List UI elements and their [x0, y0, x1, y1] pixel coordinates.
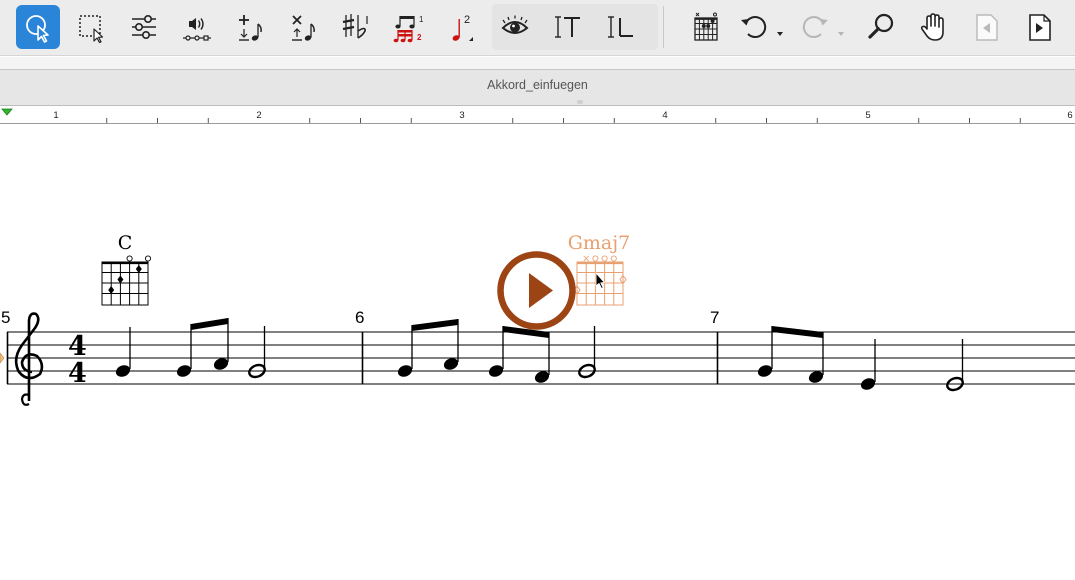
delete-note-tool-button[interactable]: [281, 5, 325, 49]
delete-note-icon: [292, 15, 315, 41]
chord-diagram-tool-button[interactable]: [684, 5, 728, 49]
next-page-tool-button[interactable]: [1017, 5, 1061, 49]
zoom-tool-button[interactable]: [858, 5, 902, 49]
ruler-labels: 1 2 3 4 5 6: [53, 110, 1072, 121]
note[interactable]: [487, 326, 505, 379]
ruler-svg: 1 2 3 4 5 6: [1, 108, 1073, 123]
cursor-select-icon: [26, 15, 49, 43]
chord-name: Gmaj7: [568, 232, 631, 254]
magnifier-icon: [868, 13, 894, 39]
redo-tool-button[interactable]: [795, 5, 847, 49]
lyrics-cursor-icon: [608, 16, 633, 38]
ruler-label: 1: [53, 110, 58, 121]
ruler-label: 5: [865, 110, 870, 121]
beam: [412, 319, 458, 331]
add-note-tool-button[interactable]: [228, 5, 272, 49]
mixer-tool-button[interactable]: [122, 5, 166, 49]
chord-diagram-c[interactable]: C: [101, 232, 152, 306]
voice-2-icon: 2: [452, 14, 473, 41]
measure-ruler[interactable]: 1 2 3 4 5 6: [0, 107, 1075, 124]
marquee-tool-button[interactable]: [69, 5, 113, 49]
time-signature-denominator: 4: [68, 358, 87, 389]
svg-text:1: 1: [419, 15, 424, 24]
playback-tool-button[interactable]: [175, 5, 219, 49]
undo-tool-button[interactable]: [734, 5, 786, 49]
accidentals-tool-button[interactable]: [334, 5, 378, 49]
playhead-marker-icon[interactable]: [1, 108, 13, 116]
document-title-bar: Akkord_einfuegen: [0, 70, 1075, 106]
speaker-icon: [183, 18, 211, 41]
hand-icon: [920, 13, 944, 41]
measure-number: 5: [1, 308, 10, 327]
redo-icon: [802, 16, 844, 39]
beam: [191, 318, 228, 330]
resize-handle[interactable]: [577, 100, 583, 104]
toolbar-separator: [663, 6, 664, 48]
tuplet-icon: 1 2: [393, 15, 424, 43]
ruler-label: 3: [459, 110, 464, 121]
lyrics-tool-button[interactable]: [598, 5, 642, 49]
mouse-pointer-icon: [595, 272, 605, 289]
prev-page-tool-button[interactable]: [964, 5, 1008, 49]
sliders-icon: [132, 15, 156, 39]
view-tool-button[interactable]: [493, 5, 537, 49]
chord-grid-icon: [694, 12, 718, 41]
chevron-down-icon: [838, 32, 844, 36]
document-title: Akkord_einfuegen: [487, 78, 588, 92]
ruler-label: 6: [1067, 110, 1072, 121]
measure-number: 6: [355, 308, 364, 327]
treble-clef-icon[interactable]: [14, 312, 44, 406]
chord-name: C: [118, 232, 133, 254]
marquee-select-icon: [79, 15, 104, 44]
select-tool-button[interactable]: [16, 5, 60, 49]
beam: [772, 326, 823, 338]
ruler-ticks: [106, 118, 1021, 123]
voice-tool-button[interactable]: 2: [440, 5, 484, 49]
chord-diagram-gmaj7[interactable]: Gmaj7: [568, 232, 631, 306]
chevron-down-icon: [777, 32, 783, 36]
note[interactable]: [756, 326, 774, 379]
svg-text:2: 2: [464, 14, 470, 26]
score-svg: 5 6 7 4 4 C Gmaj7: [0, 232, 1075, 406]
note[interactable]: [396, 325, 414, 379]
page-next-icon: [1029, 14, 1051, 41]
note[interactable]: [859, 339, 877, 392]
toolbar-bottom-strip: [0, 57, 1075, 70]
svg-text:2: 2: [417, 33, 422, 42]
text-tool-button[interactable]: [545, 5, 589, 49]
eye-icon: [501, 15, 529, 34]
hand-tool-button[interactable]: [911, 5, 955, 49]
page-prev-icon: [976, 14, 998, 41]
system-marker-icon: [0, 352, 5, 364]
play-button[interactable]: [497, 251, 576, 330]
score-canvas[interactable]: 5 6 7 4 4 C Gmaj7: [0, 124, 1075, 580]
ruler-label: 4: [662, 110, 667, 121]
measure-number: 7: [710, 308, 719, 327]
undo-icon: [741, 16, 783, 39]
sharp-flat-icon: [342, 14, 368, 39]
note[interactable]: [114, 327, 132, 379]
ruler-label: 2: [256, 110, 261, 121]
add-note-icon: [239, 15, 262, 41]
text-cursor-icon: [555, 16, 580, 38]
toolbar: 1 2 2: [0, 0, 1075, 56]
tuplet-tool-button[interactable]: 1 2: [387, 5, 431, 49]
